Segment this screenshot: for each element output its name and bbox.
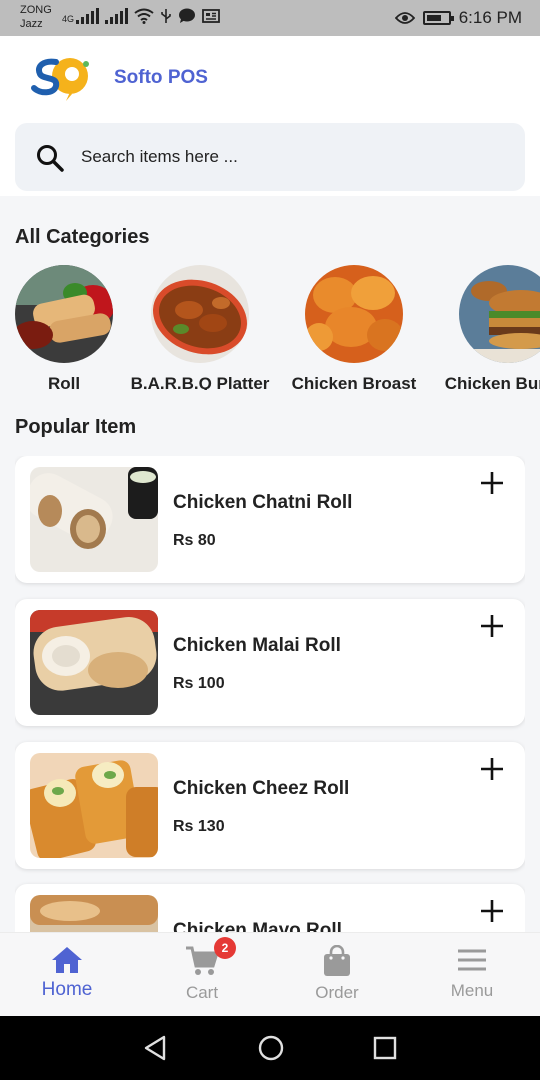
nav-home-label: Home [41, 979, 93, 1000]
status-bar: ZONG Jazz 4G 6:16 PM [0, 0, 540, 36]
shopping-bag-icon[interactable] [323, 945, 351, 977]
chicken-mayo-roll-image [30, 895, 158, 932]
signal-icon [105, 8, 129, 24]
popular-item-card[interactable]: Chicken Mayo Roll [15, 884, 525, 932]
item-price: Rs 130 [173, 818, 225, 835]
item-name: Chicken Malai Roll [173, 635, 341, 656]
hamburger-menu-icon[interactable] [456, 945, 488, 975]
category-list[interactable]: Roll B.A.R.B.Q Platter Chicken Broast Ch… [0, 265, 540, 390]
popular-item-card[interactable]: Chicken Cheez Roll Rs 130 [15, 742, 525, 869]
bottom-navigation: Home 2 Cart Order Menu [0, 932, 540, 1016]
nav-home[interactable]: Home [7, 945, 127, 1001]
home-circle-icon[interactable] [257, 1034, 285, 1062]
news-icon [202, 9, 220, 23]
softo-pos-logo [31, 58, 89, 101]
chat-icon [179, 8, 196, 23]
chicken-malai-roll-image [30, 610, 158, 715]
nav-order-label: Order [315, 983, 359, 1002]
search-icon[interactable] [35, 143, 65, 173]
wifi-icon [134, 8, 154, 24]
chicken-burger-category-image[interactable] [459, 265, 540, 363]
nav-cart[interactable]: 2 Cart [142, 937, 262, 1003]
app-header: Softo POS [0, 36, 540, 196]
eye-icon [394, 12, 415, 24]
app-title: Softo POS [114, 67, 208, 88]
popular-item-card[interactable]: Chicken Malai Roll Rs 100 [15, 599, 525, 726]
item-name: Chicken Cheez Roll [173, 778, 350, 799]
cart-count-badge: 2 [214, 937, 236, 959]
categories-heading: All Categories [15, 226, 150, 248]
popular-heading: Popular Item [15, 416, 137, 438]
add-to-cart-icon[interactable] [479, 898, 505, 924]
carrier-info: ZONG Jazz [20, 3, 52, 31]
network-type: 4G [62, 14, 75, 24]
battery-icon [422, 11, 454, 25]
item-name: Chicken Mayo Roll [173, 920, 342, 932]
status-icons-right: 6:16 PM [394, 8, 522, 28]
search-input[interactable] [81, 141, 501, 173]
clock: 6:16 PM [458, 8, 522, 27]
search-bar[interactable] [15, 123, 525, 191]
chicken-broast-category-image[interactable] [305, 265, 403, 363]
popular-item-card[interactable]: Chicken Chatni Roll Rs 80 [15, 456, 525, 583]
nav-menu[interactable]: Menu [412, 945, 532, 1001]
category-item-chicken-broast[interactable]: Chicken Broast [274, 265, 434, 390]
nav-cart-label: Cart [185, 983, 219, 1002]
system-navigation-bar [0, 1016, 540, 1080]
signal-icon [76, 8, 100, 24]
chicken-cheez-roll-image [30, 753, 158, 858]
barbq-platter-category-image[interactable] [151, 265, 249, 363]
roll-category-image[interactable] [13, 265, 115, 363]
item-price: Rs 100 [173, 675, 225, 692]
category-label: Chicken Burger [444, 374, 540, 390]
popular-item-list[interactable]: Chicken Chatni Roll Rs 80 Chicken Malai … [15, 456, 525, 932]
add-to-cart-icon[interactable] [479, 756, 505, 782]
carrier-name-primary: ZONG [20, 4, 52, 16]
add-to-cart-icon[interactable] [479, 613, 505, 639]
category-label: B.A.R.B.Q Platter [130, 374, 270, 390]
nav-order[interactable]: Order [277, 945, 397, 1003]
back-icon[interactable] [142, 1034, 168, 1062]
usb-icon [161, 9, 171, 23]
home-icon[interactable] [51, 945, 83, 975]
category-item-chicken-burger[interactable]: Chicken Burger [428, 265, 540, 390]
item-price: Rs 80 [173, 532, 216, 549]
recent-apps-icon[interactable] [372, 1034, 398, 1062]
category-label: Chicken Broast [291, 374, 417, 390]
carrier-name-secondary: Jazz [20, 18, 43, 30]
chicken-chatni-roll-image [30, 467, 158, 572]
add-to-cart-icon[interactable] [479, 470, 505, 496]
category-item-barbq-platter[interactable]: B.A.R.B.Q Platter [120, 265, 280, 390]
nav-menu-label: Menu [450, 981, 494, 1000]
status-icons-left: 4G [62, 8, 220, 24]
item-name: Chicken Chatni Roll [173, 492, 353, 513]
